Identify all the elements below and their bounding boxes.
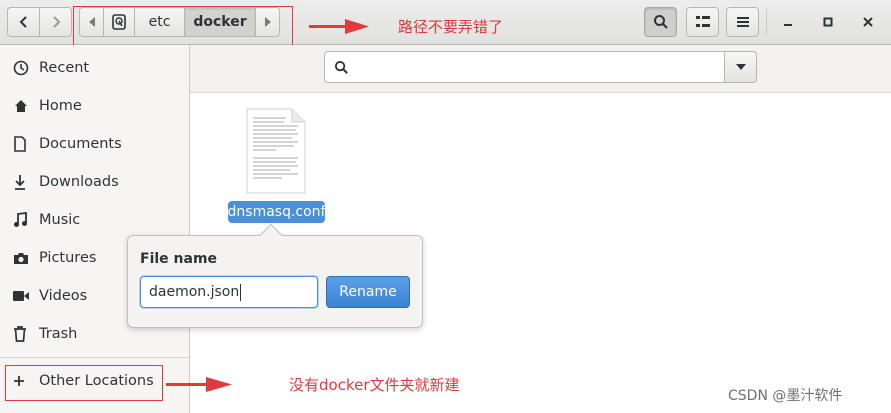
minimize-icon <box>784 24 792 26</box>
music-icon <box>13 212 33 228</box>
forward-button[interactable] <box>39 7 72 37</box>
sidebar-item-label: Downloads <box>39 174 119 190</box>
path-annotation-note: 路径不要弄错了 <box>398 18 504 36</box>
sidebar-item-recent[interactable]: Recent <box>0 49 189 87</box>
sidebar-item-label: Videos <box>39 288 88 304</box>
video-icon <box>13 288 33 304</box>
download-icon <box>13 174 33 190</box>
text-file-icon[interactable] <box>246 108 306 194</box>
chevron-down-icon <box>735 64 746 70</box>
search-icon <box>653 15 668 29</box>
menu-button[interactable] <box>726 7 759 37</box>
file-name-label[interactable]: dnsmasq.conf <box>228 201 325 223</box>
view-toggle-button[interactable] <box>686 7 719 37</box>
search-options-dropdown[interactable] <box>724 51 757 83</box>
sidebar-item-label: Home <box>39 98 82 114</box>
sidebar-item-documents[interactable]: Documents <box>0 125 189 163</box>
sidebar-item-label: Music <box>39 212 81 228</box>
close-icon <box>863 17 873 27</box>
sidebar-item-label: Recent <box>39 60 90 76</box>
popover-title: File name <box>140 251 218 267</box>
file-name-input-value: daemon.json <box>149 284 240 300</box>
camera-icon <box>13 250 33 266</box>
annotation-arrow-icon <box>309 19 369 34</box>
sidebar-item-label: Pictures <box>39 250 97 266</box>
search-icon <box>334 60 348 74</box>
text-caret <box>240 283 242 301</box>
clock-icon <box>13 60 33 76</box>
search-bar <box>190 45 891 93</box>
rename-button[interactable]: Rename <box>326 276 410 308</box>
sidebar-item-label: Trash <box>39 326 78 342</box>
rename-popover: File name daemon.json Rename <box>127 235 423 328</box>
sidebar-item-music[interactable]: Music <box>0 201 189 239</box>
home-icon <box>13 98 33 114</box>
watermark: CSDN @墨汁软件 <box>728 388 843 404</box>
sidebar-item-label: Documents <box>39 136 122 152</box>
close-button[interactable] <box>858 12 878 32</box>
minimize-button[interactable] <box>778 12 798 32</box>
trash-icon <box>13 326 33 342</box>
header-separator <box>766 9 767 35</box>
sidebar: Recent Home Documents Downloads Music Pi… <box>0 45 190 413</box>
document-icon <box>13 136 33 152</box>
chevron-left-icon <box>19 16 27 28</box>
file-name-input[interactable]: daemon.json <box>140 276 318 308</box>
sidebar-item-home[interactable]: Home <box>0 87 189 125</box>
back-button[interactable] <box>7 7 40 37</box>
chevron-right-icon <box>52 16 60 28</box>
maximize-button[interactable] <box>818 12 838 32</box>
search-toggle-button[interactable] <box>644 7 677 37</box>
hamburger-menu-icon <box>736 17 749 27</box>
other-locations-highlight-box <box>5 365 163 401</box>
sidebar-separator <box>0 357 189 358</box>
grid-view-icon <box>695 16 710 27</box>
annotation-arrow-icon <box>166 377 232 392</box>
search-input[interactable] <box>324 51 725 83</box>
location-annotation-note: 没有docker文件夹就新建 <box>289 376 460 394</box>
maximize-icon <box>823 17 833 27</box>
sidebar-item-downloads[interactable]: Downloads <box>0 163 189 201</box>
